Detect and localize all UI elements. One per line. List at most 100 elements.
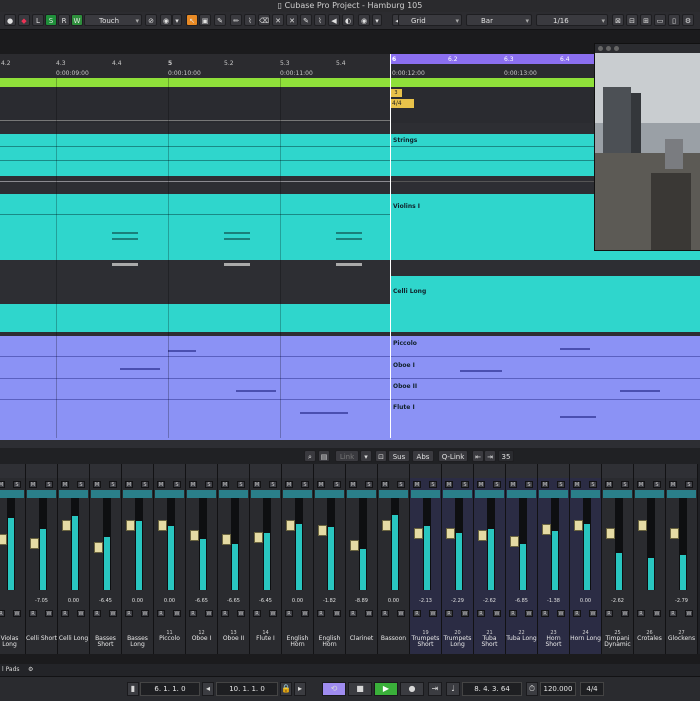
channel-insert-slot[interactable] bbox=[314, 464, 345, 478]
fader-cap[interactable] bbox=[478, 530, 487, 541]
read-button[interactable]: R bbox=[349, 610, 357, 617]
write-button[interactable]: W bbox=[13, 610, 21, 617]
fader-value[interactable]: 0.00 bbox=[59, 598, 88, 604]
channel-routing[interactable] bbox=[603, 490, 632, 498]
lock-icon[interactable]: 🔒 bbox=[280, 682, 292, 696]
solo-button[interactable]: S bbox=[621, 481, 629, 488]
mute-tool-icon[interactable]: ✕ bbox=[286, 14, 298, 26]
write-automation-button[interactable]: W bbox=[71, 14, 83, 26]
channel-routing[interactable] bbox=[539, 490, 568, 498]
settings-icon[interactable]: ⚙ bbox=[28, 664, 33, 676]
speaker-dropdown-icon[interactable]: ▾ bbox=[372, 14, 382, 26]
mute-button[interactable]: M bbox=[29, 481, 37, 488]
fader-cap[interactable] bbox=[382, 520, 391, 532]
channel-name[interactable]: Clarinet bbox=[346, 636, 377, 642]
marker-flag[interactable]: 3 bbox=[390, 89, 402, 97]
channel-routing[interactable] bbox=[443, 490, 472, 498]
mute-button[interactable]: M bbox=[157, 481, 165, 488]
solo-button[interactable]: S bbox=[45, 481, 53, 488]
go-to-left-locator-icon[interactable]: ▮ bbox=[127, 682, 139, 696]
channel-routing[interactable] bbox=[667, 490, 696, 498]
fader-cap[interactable] bbox=[606, 528, 615, 540]
write-button[interactable]: W bbox=[525, 610, 533, 617]
channel-name[interactable]: English Horn bbox=[314, 636, 345, 648]
channel-insert-slot[interactable] bbox=[538, 464, 569, 478]
channel-routing[interactable] bbox=[347, 490, 376, 498]
write-button[interactable]: W bbox=[621, 610, 629, 617]
channel-name[interactable]: English Horn bbox=[282, 636, 313, 648]
channel-insert-slot[interactable] bbox=[122, 464, 153, 478]
fader-cap[interactable] bbox=[542, 523, 551, 535]
play-tool-icon[interactable]: ◀ bbox=[328, 14, 340, 26]
comp-tool-icon[interactable]: ✎ bbox=[300, 14, 312, 26]
activate-project-button[interactable]: ● bbox=[4, 14, 16, 26]
channel-routing[interactable] bbox=[91, 490, 120, 498]
mute-button[interactable]: M bbox=[509, 481, 517, 488]
read-button[interactable]: R bbox=[317, 610, 325, 617]
channel-name[interactable]: Celli Long bbox=[58, 636, 89, 642]
tempo-icon[interactable]: ⏱ bbox=[526, 682, 538, 696]
draw-tool-icon[interactable]: ✏ bbox=[230, 14, 242, 26]
punch-out-icon[interactable]: ▸ bbox=[294, 682, 306, 696]
write-button[interactable]: W bbox=[269, 610, 277, 617]
solo-button[interactable]: S bbox=[13, 481, 21, 488]
fader-value[interactable]: 0.00 bbox=[571, 598, 600, 604]
expand-icon[interactable]: ⇤ bbox=[472, 450, 484, 462]
read-button[interactable]: R bbox=[61, 610, 69, 617]
fader-value[interactable]: -2.13 bbox=[411, 598, 440, 604]
write-button[interactable]: W bbox=[45, 610, 53, 617]
copy-icon[interactable]: ⊡ bbox=[375, 450, 387, 462]
solo-button[interactable]: S bbox=[365, 481, 373, 488]
channel-routing[interactable] bbox=[0, 490, 24, 498]
solo-button[interactable]: S bbox=[653, 481, 661, 488]
channel-routing[interactable] bbox=[59, 490, 88, 498]
fader-cap[interactable] bbox=[94, 542, 103, 553]
channel-name[interactable]: Tuba Short bbox=[474, 636, 505, 648]
solo-button[interactable]: S bbox=[269, 481, 277, 488]
read-button[interactable]: R bbox=[93, 610, 101, 617]
glue-tool-icon[interactable]: ⌇ bbox=[244, 14, 256, 26]
fader-value[interactable]: -6.65 bbox=[187, 598, 216, 604]
quantize-select[interactable]: 1/16 bbox=[536, 14, 608, 27]
fader-cap[interactable] bbox=[0, 534, 7, 545]
solo-button[interactable]: S bbox=[685, 481, 693, 488]
fader-cap[interactable] bbox=[318, 525, 327, 537]
video-window-titlebar[interactable] bbox=[595, 44, 700, 53]
mute-button[interactable]: M bbox=[125, 481, 133, 488]
channel-routing[interactable] bbox=[635, 490, 664, 498]
channel-insert-slot[interactable] bbox=[90, 464, 121, 478]
write-button[interactable]: W bbox=[653, 610, 661, 617]
fader-value[interactable]: -2.79 bbox=[667, 598, 696, 604]
project-cursor[interactable] bbox=[390, 54, 391, 438]
channel-insert-slot[interactable] bbox=[154, 464, 185, 478]
write-button[interactable]: W bbox=[461, 610, 469, 617]
channel-routing[interactable] bbox=[123, 490, 152, 498]
channel-insert-slot[interactable] bbox=[442, 464, 473, 478]
mute-button[interactable]: M bbox=[541, 481, 549, 488]
read-button[interactable]: R bbox=[477, 610, 485, 617]
grid-type-select[interactable]: Bar bbox=[466, 14, 532, 27]
channel-name[interactable]: Trumpets Long bbox=[442, 636, 473, 648]
fader-value[interactable]: -6.65 bbox=[219, 598, 248, 604]
mute-button[interactable]: M bbox=[93, 481, 101, 488]
write-button[interactable]: W bbox=[493, 610, 501, 617]
play-button[interactable]: ▶ bbox=[374, 682, 398, 696]
automation-mode-select[interactable]: Touch bbox=[84, 14, 142, 27]
mute-button[interactable]: M bbox=[445, 481, 453, 488]
channel-name[interactable]: Bassoon bbox=[378, 636, 409, 642]
zoom-tool-icon[interactable]: ✕ bbox=[272, 14, 284, 26]
fader-value[interactable]: -6.85 bbox=[507, 598, 536, 604]
write-button[interactable]: W bbox=[685, 610, 693, 617]
read-button[interactable]: R bbox=[541, 610, 549, 617]
solo-button[interactable]: S bbox=[109, 481, 117, 488]
solo-button[interactable]: S bbox=[557, 481, 565, 488]
fader-value[interactable]: -8.89 bbox=[347, 598, 376, 604]
punch-in-icon[interactable]: ◂ bbox=[202, 682, 214, 696]
write-button[interactable]: W bbox=[365, 610, 373, 617]
channel-routing[interactable] bbox=[411, 490, 440, 498]
constrain-delay-button[interactable]: ◆ bbox=[18, 14, 30, 26]
erase-tool-icon[interactable]: ⌫ bbox=[258, 14, 270, 26]
collapse-icon[interactable]: ⇥ bbox=[484, 450, 496, 462]
mute-button[interactable]: M bbox=[253, 481, 261, 488]
right-zone-icon[interactable]: ▯ bbox=[668, 14, 680, 26]
